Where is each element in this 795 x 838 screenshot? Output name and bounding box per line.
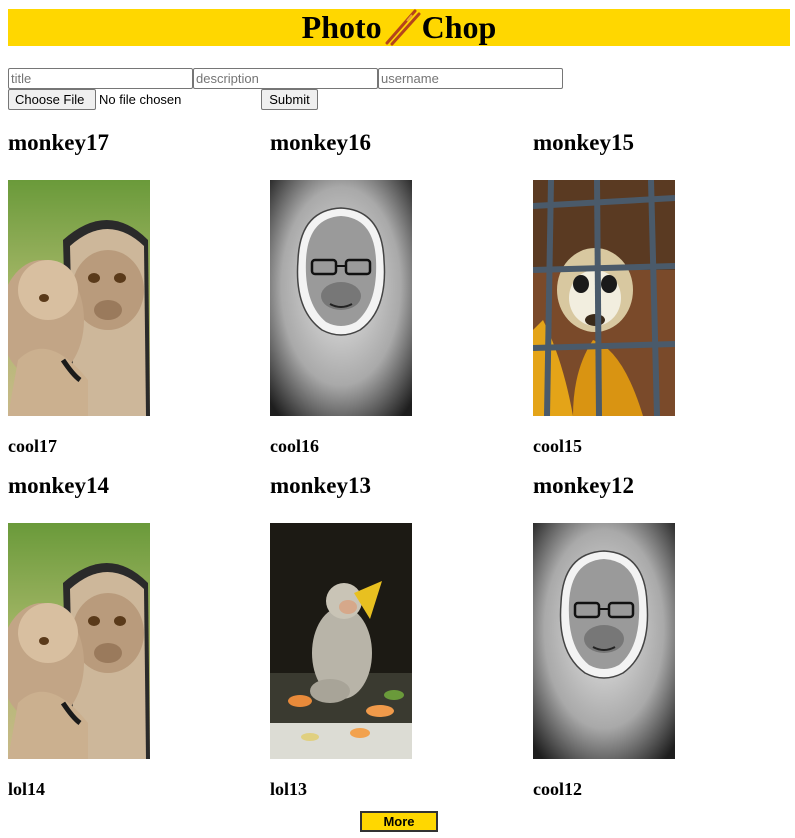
chopsticks-icon <box>382 9 422 46</box>
post-title: monkey14 <box>8 473 109 498</box>
post-description: lol13 <box>270 779 308 799</box>
post-description: cool16 <box>270 436 319 456</box>
choose-file-button[interactable]: Choose File <box>8 89 96 110</box>
title-input[interactable] <box>8 68 193 89</box>
post-title: monkey17 <box>8 130 109 155</box>
post-image[interactable] <box>8 180 150 416</box>
post-description: cool12 <box>533 779 582 799</box>
post-image[interactable] <box>533 523 675 759</box>
username-input[interactable] <box>378 68 563 89</box>
submit-button[interactable]: Submit <box>261 89 318 110</box>
post-image[interactable] <box>8 523 150 759</box>
more-button[interactable]: More <box>360 811 438 832</box>
site-title-left: Photo <box>301 9 382 45</box>
post-description: cool17 <box>8 436 57 456</box>
site-title-right: Chop <box>421 9 497 45</box>
post-image[interactable] <box>270 180 412 416</box>
post-image[interactable] <box>270 523 412 759</box>
site-title: Photo Chop <box>301 9 497 46</box>
upload-form: Choose File No file chosen Submit <box>8 68 563 111</box>
post-title: monkey12 <box>533 473 634 498</box>
post-description: lol14 <box>8 779 46 799</box>
post-description: cool15 <box>533 436 582 456</box>
description-input[interactable] <box>193 68 378 89</box>
post-title: monkey15 <box>533 130 634 155</box>
file-status-text: No file chosen <box>99 92 182 107</box>
post-image[interactable] <box>533 180 675 416</box>
post-title: monkey16 <box>270 130 371 155</box>
site-banner: Photo Chop <box>8 9 790 46</box>
post-title: monkey13 <box>270 473 371 498</box>
